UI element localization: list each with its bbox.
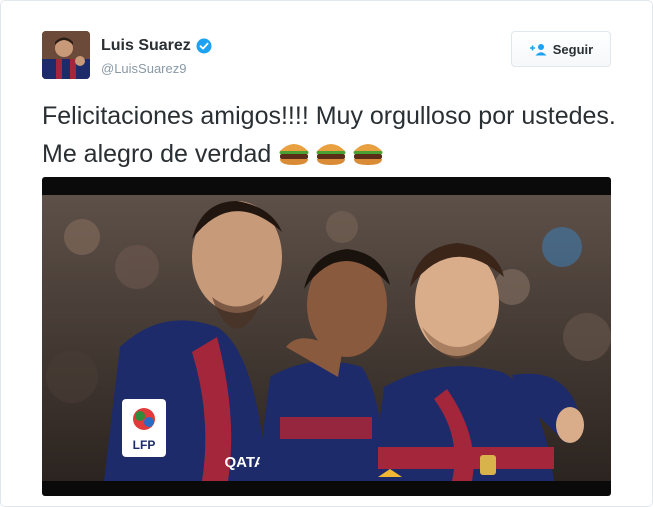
tweet-card: Luis Suarez @LuisSuarez9 Seguir Felicita… — [0, 0, 653, 507]
lfp-badge-text: LFP — [133, 438, 156, 452]
hamburger-emoji-icon — [353, 144, 383, 165]
emoji-group — [278, 140, 384, 168]
author-handle[interactable]: @LuisSuarez9 — [101, 61, 186, 76]
author-name-row[interactable]: Luis Suarez — [101, 37, 212, 55]
tweet-text-block: Felicitaciones amigos!!!! Muy orgulloso … — [42, 97, 617, 173]
follow-button[interactable]: Seguir — [511, 31, 611, 67]
avatar-image — [42, 31, 90, 79]
add-user-icon — [529, 44, 547, 56]
hamburger-emoji-icon — [316, 144, 346, 165]
author-avatar[interactable] — [42, 31, 90, 79]
hamburger-emoji-icon — [279, 144, 309, 165]
photo-three-players: LFP QATAR — [42, 195, 611, 481]
author-name[interactable]: Luis Suarez — [101, 37, 191, 55]
verified-badge-icon — [196, 38, 212, 54]
tweet-media-photo[interactable]: LFP QATAR — [42, 177, 611, 496]
follow-button-label: Seguir — [552, 41, 594, 57]
lfp-badge: LFP — [122, 399, 166, 457]
